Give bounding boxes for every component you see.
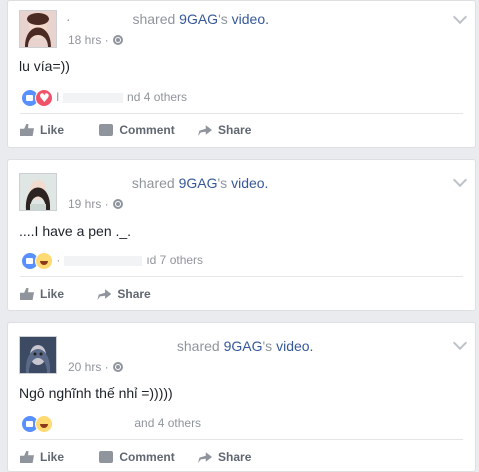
comment-button[interactable]: Comment	[99, 450, 175, 464]
page-link[interactable]: 9GAG	[179, 11, 218, 27]
chevron-down-icon[interactable]	[452, 335, 468, 351]
like-icon	[20, 451, 34, 463]
globe-icon	[112, 199, 123, 209]
laughing-face-icon	[35, 415, 53, 433]
heart-icon	[35, 89, 53, 107]
reaction-prefix: ·	[56, 253, 61, 268]
share-button[interactable]: Share	[198, 450, 251, 464]
share-icon	[97, 289, 112, 300]
post-meta: 18 hrs ·	[68, 33, 123, 47]
comment-icon	[99, 124, 114, 136]
globe-icon	[112, 35, 123, 45]
chevron-down-icon[interactable]	[452, 9, 468, 25]
like-icon	[20, 288, 34, 300]
divider	[20, 439, 463, 440]
shared-label: shared	[131, 175, 175, 191]
post-meta: 19 hrs ·	[68, 197, 123, 211]
avatar[interactable]	[19, 173, 57, 211]
like-icon	[20, 124, 34, 136]
timestamp[interactable]: 20 hrs ·	[68, 360, 109, 374]
like-label: Like	[40, 123, 65, 137]
possessive: 's	[218, 11, 228, 27]
like-label: Like	[40, 450, 65, 464]
blurred-name	[63, 93, 124, 103]
blurred-name	[64, 256, 143, 266]
post-text: ....I have a pen ._.	[19, 223, 132, 239]
reaction-prefix: l	[56, 90, 60, 105]
reactions-bar[interactable]: l nd 4 others	[21, 89, 187, 107]
like-button[interactable]: Like	[20, 450, 64, 464]
action-bar: Like Comment Share	[20, 450, 271, 470]
share-label: Share	[218, 450, 252, 464]
divider	[20, 113, 463, 114]
comment-label: Comment	[119, 450, 175, 464]
video-link[interactable]: video.	[276, 338, 313, 354]
like-button[interactable]: Like	[20, 123, 64, 137]
author-line: shared 9GAG's video.	[66, 175, 269, 191]
comment-label: Comment	[119, 123, 175, 137]
video-link[interactable]: video.	[232, 11, 269, 27]
like-button[interactable]: Like	[20, 287, 64, 301]
post-meta: 20 hrs ·	[68, 360, 123, 374]
post-text: lu vía=))	[19, 58, 70, 74]
page-link[interactable]: 9GAG	[179, 175, 218, 191]
timestamp[interactable]: 19 hrs ·	[68, 197, 109, 211]
share-label: Share	[218, 123, 252, 137]
author-name[interactable]: ·	[66, 11, 71, 27]
share-label: Share	[117, 287, 151, 301]
comment-icon	[99, 451, 114, 463]
like-label: Like	[40, 287, 65, 301]
post-card: shared 9GAG's video. 20 hrs · Ngô nghĩnh…	[7, 322, 476, 472]
reaction-count: ıd 7 others	[146, 253, 204, 268]
shared-label: shared	[176, 338, 220, 354]
video-link[interactable]: video.	[231, 175, 268, 191]
possessive: 's	[262, 338, 273, 354]
blurred-name	[60, 419, 131, 429]
reactions-bar[interactable]: and 4 others	[21, 415, 201, 433]
post-card: shared 9GAG's video. 19 hrs · ....I have…	[7, 159, 476, 311]
reactions-bar[interactable]: · ıd 7 others	[21, 252, 203, 270]
share-button[interactable]: Share	[97, 287, 151, 301]
author-line: · shared 9GAG's video.	[66, 11, 269, 27]
action-bar: Like Comment Share	[20, 123, 271, 143]
reaction-count: nd 4 others	[127, 90, 188, 105]
avatar[interactable]	[19, 10, 57, 48]
author-line: shared 9GAG's video.	[66, 338, 314, 354]
shared-label: shared	[132, 11, 176, 27]
share-icon	[198, 125, 213, 136]
globe-icon	[112, 362, 123, 372]
share-icon	[198, 452, 213, 463]
possessive: 's	[217, 175, 228, 191]
comment-button[interactable]: Comment	[99, 123, 175, 137]
post-card: · shared 9GAG's video. 18 hrs · lu vía=)…	[7, 0, 476, 148]
share-button[interactable]: Share	[198, 123, 251, 137]
avatar[interactable]	[19, 336, 57, 374]
chevron-down-icon[interactable]	[452, 172, 468, 188]
post-text: Ngô nghĩnh thế nhỉ =)))))	[19, 385, 173, 401]
reaction-count: and 4 others	[134, 416, 202, 431]
timestamp[interactable]: 18 hrs ·	[68, 33, 109, 47]
laughing-face-icon	[35, 252, 53, 270]
divider	[20, 276, 463, 277]
action-bar: Like Share	[20, 287, 171, 307]
page-link[interactable]: 9GAG	[224, 338, 263, 354]
